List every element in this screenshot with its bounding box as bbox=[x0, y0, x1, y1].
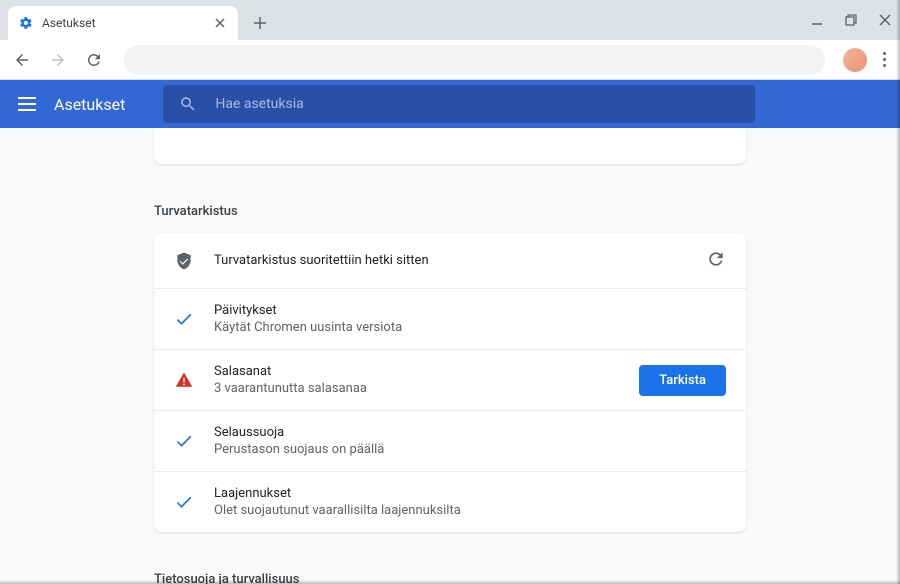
settings-header: Asetukset bbox=[0, 80, 900, 128]
close-icon[interactable] bbox=[212, 15, 228, 31]
profile-avatar[interactable] bbox=[843, 48, 867, 72]
browser-titlebar: Asetukset bbox=[0, 0, 900, 40]
section-heading-safety-check: Turvatarkistus bbox=[154, 192, 746, 233]
browser-tab[interactable]: Asetukset bbox=[8, 6, 238, 40]
row-subtitle: Käytät Chromen uusinta versiota bbox=[214, 320, 726, 335]
row-subtitle: 3 vaarantunutta salasanaa bbox=[214, 381, 619, 396]
gear-icon bbox=[18, 15, 34, 31]
search-icon bbox=[179, 95, 197, 113]
browser-menu-button[interactable] bbox=[879, 48, 890, 71]
new-tab-button[interactable] bbox=[246, 9, 274, 37]
check-icon bbox=[174, 431, 194, 451]
settings-content: Turvatarkistus Turvatarkistus suoritetti… bbox=[0, 128, 900, 584]
safe-browsing-row[interactable]: Selaussuoja Perustason suojaus on päällä bbox=[154, 411, 746, 472]
row-subtitle: Perustason suojaus on päällä bbox=[214, 442, 726, 457]
settings-search[interactable] bbox=[163, 85, 755, 123]
menu-icon[interactable] bbox=[18, 97, 36, 111]
status-text: Turvatarkistus suoritettiin hetki sitten bbox=[214, 253, 686, 268]
extensions-row[interactable]: Laajennukset Olet suojautunut vaarallisi… bbox=[154, 472, 746, 532]
check-icon bbox=[174, 309, 194, 329]
passwords-row[interactable]: Salasanat 3 vaarantunutta salasanaa Tark… bbox=[154, 350, 746, 411]
check-icon bbox=[174, 492, 194, 512]
section-heading-privacy: Tietosuoja ja turvallisuus bbox=[154, 560, 746, 584]
warning-icon bbox=[174, 370, 194, 390]
tab-title: Asetukset bbox=[42, 16, 204, 30]
forward-button[interactable] bbox=[46, 48, 70, 72]
search-input[interactable] bbox=[215, 96, 739, 112]
browser-toolbar bbox=[0, 40, 900, 80]
safety-check-status-row: Turvatarkistus suoritettiin hetki sitten bbox=[154, 233, 746, 289]
window-controls bbox=[810, 0, 892, 40]
back-button[interactable] bbox=[10, 48, 34, 72]
updates-row[interactable]: Päivitykset Käytät Chromen uusinta versi… bbox=[154, 289, 746, 350]
rerun-check-button[interactable] bbox=[706, 249, 726, 273]
check-passwords-button[interactable]: Tarkista bbox=[639, 365, 726, 396]
restore-icon[interactable] bbox=[844, 13, 858, 27]
shield-check-icon bbox=[174, 251, 194, 271]
page-title: Asetukset bbox=[54, 95, 125, 114]
minimize-icon[interactable] bbox=[810, 13, 824, 27]
safety-check-card: Turvatarkistus suoritettiin hetki sitten… bbox=[154, 233, 746, 532]
row-title: Selaussuoja bbox=[214, 425, 726, 440]
previous-card-bottom bbox=[154, 128, 746, 164]
reload-button[interactable] bbox=[82, 48, 106, 72]
row-title: Päivitykset bbox=[214, 303, 726, 318]
row-title: Laajennukset bbox=[214, 486, 726, 501]
row-title: Salasanat bbox=[214, 364, 619, 379]
close-window-icon[interactable] bbox=[878, 13, 892, 27]
row-subtitle: Olet suojautunut vaarallisilta laajennuk… bbox=[214, 503, 726, 518]
address-bar[interactable] bbox=[124, 45, 825, 75]
